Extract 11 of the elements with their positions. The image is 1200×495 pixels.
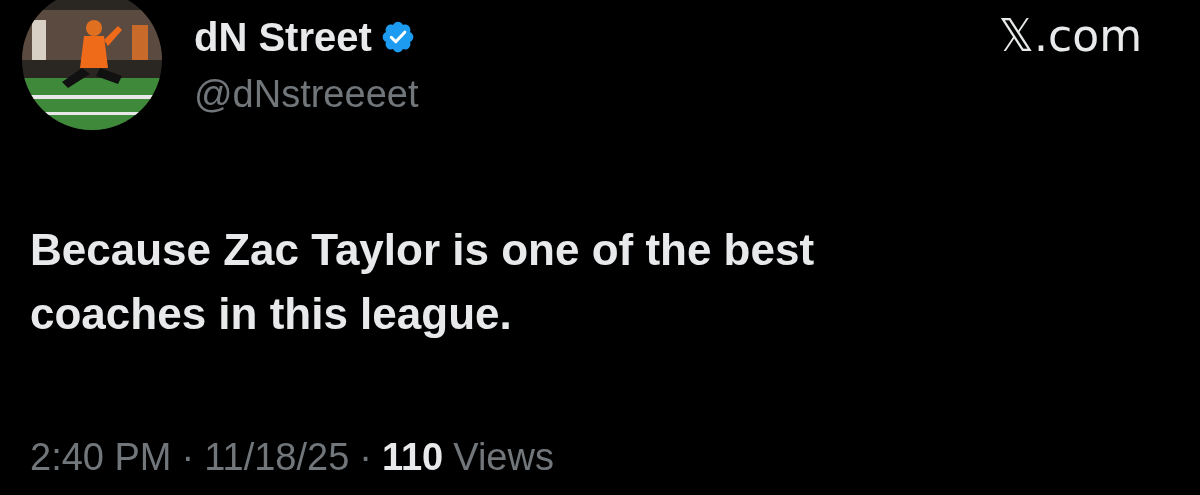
separator-dot: · bbox=[181, 435, 195, 480]
post-time: 2:40 PM bbox=[30, 435, 172, 480]
post-text-line: coaches in this league. bbox=[30, 288, 513, 340]
views-label: Views bbox=[453, 435, 554, 480]
view-count: 110 bbox=[381, 435, 444, 480]
post-text-line: Because Zac Taylor is one of the best bbox=[30, 224, 816, 276]
display-name: dN Street bbox=[194, 14, 372, 60]
username: @dNstreeeet bbox=[194, 72, 419, 116]
post-date: 11/18/25 bbox=[204, 435, 350, 480]
separator-dot: · bbox=[359, 435, 372, 480]
site-label: 𝕏.com bbox=[998, 10, 1142, 62]
